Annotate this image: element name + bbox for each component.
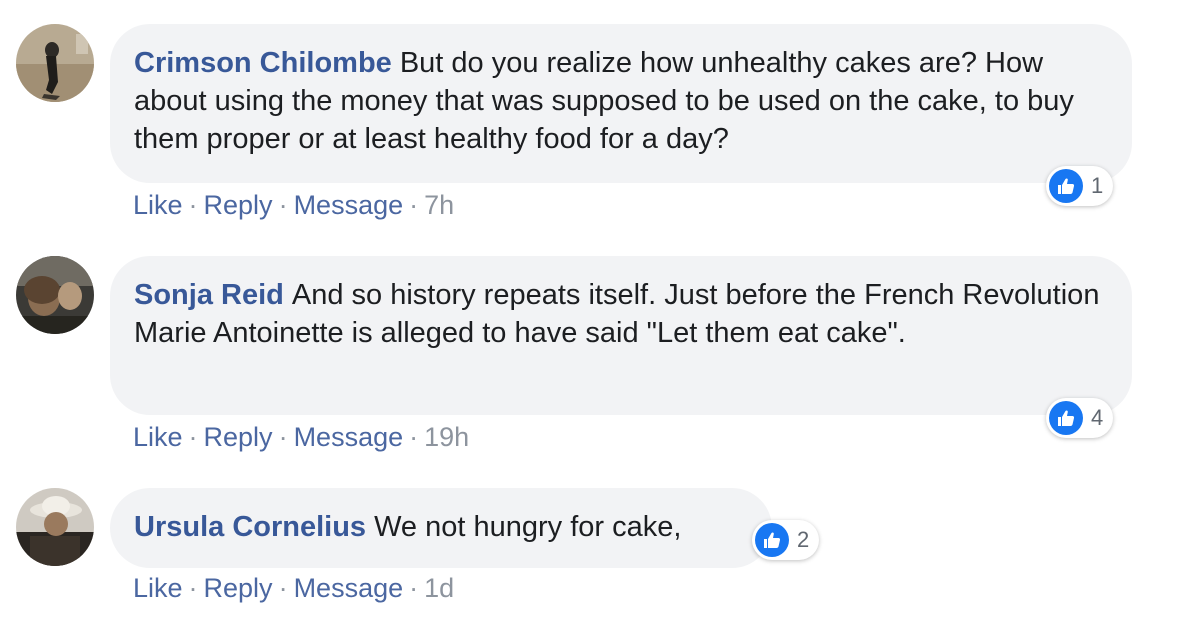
comment-actions: Like · Reply · Message · 19h	[133, 422, 469, 453]
separator: ·	[278, 422, 288, 452]
comment-timestamp[interactable]: 19h	[424, 422, 469, 452]
like-thumbs-up-icon	[1049, 401, 1083, 435]
like-thumbs-up-icon	[755, 523, 789, 557]
separator: ·	[409, 190, 419, 220]
comment-timestamp[interactable]: 1d	[424, 573, 454, 603]
comment-actions: Like · Reply · Message · 1d	[133, 573, 454, 604]
separator: ·	[409, 422, 419, 452]
reply-link[interactable]: Reply	[204, 190, 273, 220]
comment-bubble: Sonja Reid And so history repeats itself.…	[110, 256, 1132, 415]
comment-actions: Like · Reply · Message · 7h	[133, 190, 454, 221]
reaction-badge[interactable]: 2	[752, 520, 820, 560]
comment-author-name[interactable]: Sonja Reid	[134, 279, 284, 311]
like-link[interactable]: Like	[133, 573, 183, 603]
like-thumbs-up-icon	[1049, 169, 1083, 203]
reply-link[interactable]: Reply	[204, 422, 273, 452]
like-link[interactable]: Like	[133, 422, 183, 452]
reply-link[interactable]: Reply	[204, 573, 273, 603]
reaction-badge[interactable]: 4	[1046, 398, 1114, 438]
comment-author-name[interactable]: Crimson Chilombe	[134, 47, 392, 79]
separator: ·	[278, 573, 288, 603]
separator: ·	[409, 573, 419, 603]
message-link[interactable]: Message	[294, 422, 404, 452]
reaction-count: 1	[1091, 173, 1104, 198]
message-link[interactable]: Message	[294, 573, 404, 603]
separator: ·	[188, 573, 198, 603]
comment-bubble: Crimson Chilombe But do you realize how u…	[110, 24, 1132, 183]
comment-bubble: Ursula Cornelius We not hungry for cake,	[110, 488, 772, 568]
message-link[interactable]: Message	[294, 190, 404, 220]
separator: ·	[188, 190, 198, 220]
comment-text: We not hungry for cake,	[374, 511, 682, 543]
comment-author-name[interactable]: Ursula Cornelius	[134, 511, 366, 543]
separator: ·	[278, 190, 288, 220]
separator: ·	[188, 422, 198, 452]
avatar[interactable]	[16, 24, 94, 102]
reaction-count: 2	[797, 527, 810, 552]
reaction-count: 4	[1091, 405, 1104, 430]
reaction-badge[interactable]: 1	[1046, 166, 1114, 206]
avatar[interactable]	[16, 256, 94, 334]
like-link[interactable]: Like	[133, 190, 183, 220]
avatar[interactable]	[16, 488, 94, 566]
comment-timestamp[interactable]: 7h	[424, 190, 454, 220]
